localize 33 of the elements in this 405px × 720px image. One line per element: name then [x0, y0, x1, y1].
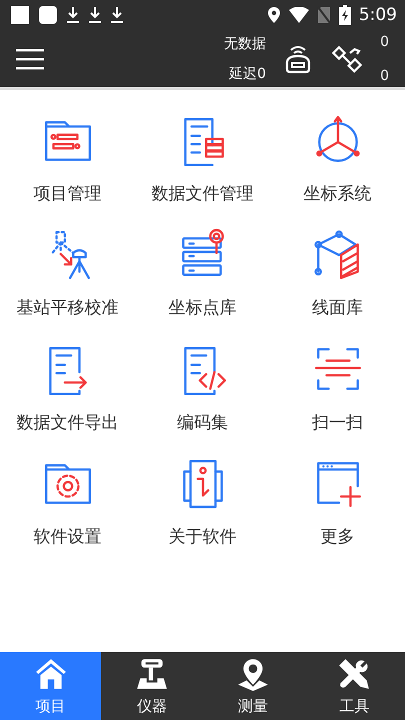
receiver-icon [134, 656, 169, 690]
menu-item[interactable]: 更多 [270, 457, 405, 548]
menu-icon [16, 48, 44, 70]
status-text: 无数据 [224, 36, 266, 50]
tools-icon [337, 656, 372, 690]
wifi-icon [288, 7, 309, 23]
latency-text: 延迟0 [229, 66, 266, 80]
download-icon [110, 6, 124, 24]
menu-item[interactable]: 数据文件管理 [135, 114, 270, 204]
battery-charging-icon [338, 5, 351, 25]
nav-tab[interactable]: 项目 [0, 652, 102, 720]
menu-item[interactable]: 编码集 [135, 342, 270, 434]
menu-item[interactable]: 软件设置 [0, 457, 135, 548]
download-icon [66, 6, 80, 24]
map-pin-icon [236, 656, 270, 690]
home-icon [34, 656, 68, 690]
count-text: 0 [380, 68, 389, 82]
menu-item[interactable]: 基站平移校准 [0, 228, 135, 319]
menu-button[interactable] [16, 46, 44, 70]
notification-icon [38, 5, 58, 25]
download-icon [88, 6, 102, 24]
menu-item[interactable]: 坐标点库 [135, 228, 270, 319]
menu-item[interactable]: 项目管理 [0, 114, 135, 204]
status-time: 5:09 [358, 6, 397, 24]
notification-icon [10, 5, 30, 25]
menu-item[interactable]: 数据文件导出 [0, 342, 135, 434]
menu-item[interactable]: 扫一扫 [270, 342, 405, 434]
count-text: 0 [380, 34, 389, 48]
no-sim-icon [316, 6, 331, 24]
menu-item[interactable]: 线面库 [270, 228, 405, 319]
menu-item[interactable]: 坐标系统 [270, 114, 405, 204]
menu-item[interactable]: 关于软件 [135, 457, 270, 548]
location-icon [266, 6, 281, 24]
